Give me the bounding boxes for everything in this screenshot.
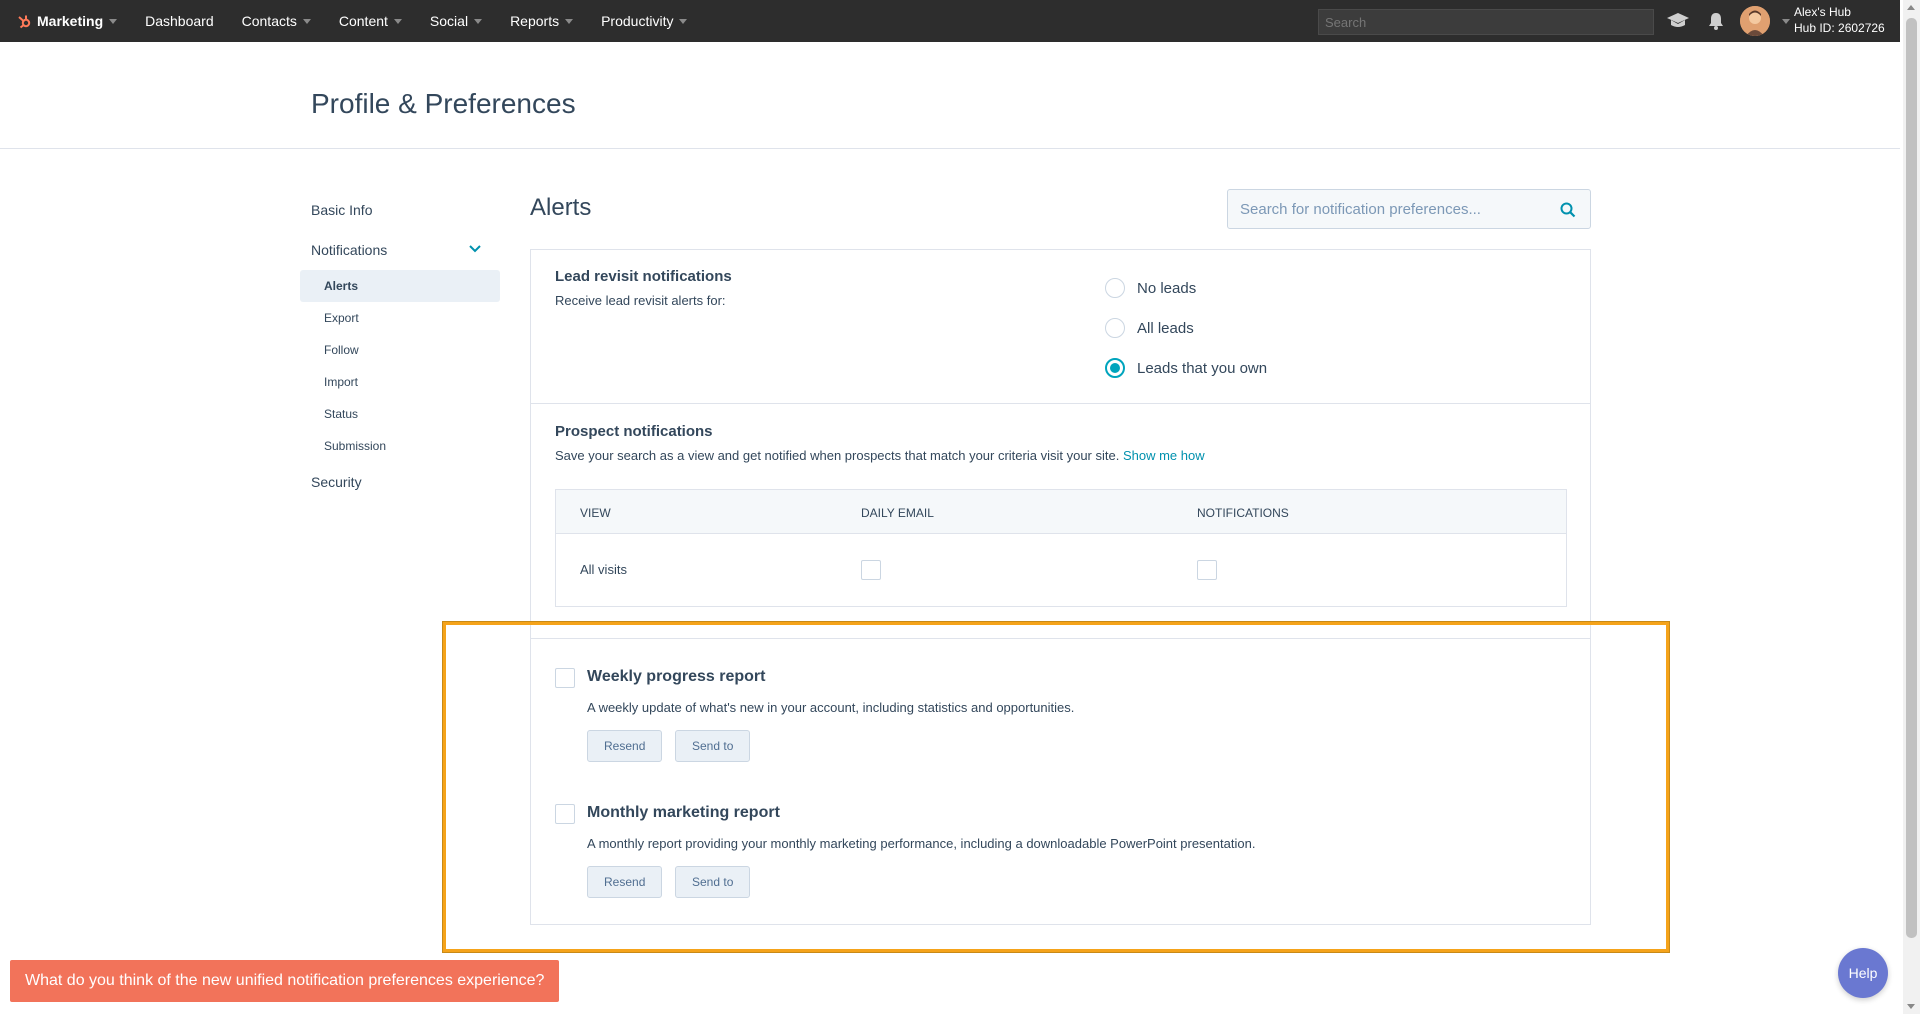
page-scrollbar[interactable] xyxy=(1903,0,1920,1014)
settings-sidebar: Basic Info Notifications Alerts Export F… xyxy=(300,190,500,502)
column-header-daily-email: DAILY EMAIL xyxy=(861,506,934,520)
hubspot-logo-icon xyxy=(18,15,31,29)
chevron-down-icon xyxy=(109,18,118,24)
nav-productivity[interactable]: Productivity xyxy=(601,13,688,29)
sidebar-item-status[interactable]: Status xyxy=(300,398,500,430)
avatar[interactable] xyxy=(1740,6,1770,36)
preferences-search-input[interactable]: Search for notification preferences... xyxy=(1227,189,1591,229)
column-header-view: VIEW xyxy=(580,506,611,520)
lead-revisit-desc: Receive lead revisit alerts for: xyxy=(555,293,726,308)
prospect-section: Prospect notifications Save your search … xyxy=(531,405,1590,639)
chevron-down-icon xyxy=(474,18,483,24)
chevron-down-icon xyxy=(302,18,311,24)
nav-dashboard[interactable]: Dashboard xyxy=(145,13,214,29)
show-me-how-link[interactable]: Show me how xyxy=(1123,448,1205,463)
daily-email-checkbox[interactable] xyxy=(861,560,881,580)
radio-label: No leads xyxy=(1137,279,1197,297)
sidebar-item-submission[interactable]: Submission xyxy=(300,430,500,462)
sidebar-item-basic-info[interactable]: Basic Info xyxy=(300,190,500,230)
academy-icon[interactable] xyxy=(1666,11,1690,31)
nav-contacts-label: Contacts xyxy=(241,13,297,29)
nav-social[interactable]: Social xyxy=(429,13,483,29)
scroll-down-icon[interactable] xyxy=(1907,1004,1915,1009)
help-button[interactable]: Help xyxy=(1838,948,1888,998)
top-navigation-bar: Marketing Dashboard Contacts Content Soc… xyxy=(0,0,1900,42)
nav-contacts[interactable]: Contacts xyxy=(242,13,311,29)
brand-menu[interactable]: Marketing xyxy=(16,13,118,29)
lead-revisit-title: Lead revisit notifications xyxy=(555,268,732,285)
row-view-name: All visits xyxy=(580,562,627,577)
search-placeholder: Search for notification preferences... xyxy=(1240,200,1481,218)
feedback-banner[interactable]: What do you think of the new unified not… xyxy=(10,960,560,1002)
column-header-notifications: NOTIFICATIONS xyxy=(1197,506,1289,520)
highlight-box xyxy=(443,622,1669,952)
lead-revisit-section: Lead revisit notifications Receive lead … xyxy=(531,250,1590,404)
nav-reports-label: Reports xyxy=(510,13,560,29)
page-header: Profile & Preferences xyxy=(0,42,1900,149)
chevron-down-icon xyxy=(393,18,402,24)
search-icon[interactable] xyxy=(1560,202,1576,218)
prospect-desc-text: Save your search as a view and get notif… xyxy=(555,448,1120,463)
sidebar-item-label: Notifications xyxy=(311,242,388,258)
hub-info[interactable]: Alex's Hub Hub ID: 2602726 xyxy=(1794,4,1885,36)
sidebar-item-follow[interactable]: Follow xyxy=(300,334,500,366)
chevron-down-icon xyxy=(679,18,688,24)
radio-label: All leads xyxy=(1137,319,1194,337)
user-avatar-icon xyxy=(1740,6,1770,36)
radio-all-leads[interactable]: All leads xyxy=(1105,318,1194,338)
radio-button[interactable] xyxy=(1105,318,1125,338)
radio-label: Leads that you own xyxy=(1137,359,1268,377)
section-title: Alerts xyxy=(530,194,592,221)
page-title: Profile & Preferences xyxy=(311,88,576,119)
prospect-desc: Save your search as a view and get notif… xyxy=(555,448,1205,463)
radio-no-leads[interactable]: No leads xyxy=(1105,278,1196,298)
bell-icon[interactable] xyxy=(1707,11,1725,31)
nav-content[interactable]: Content xyxy=(339,13,402,29)
nav-content-label: Content xyxy=(338,13,388,29)
global-search-input[interactable] xyxy=(1318,9,1654,35)
radio-button-selected[interactable] xyxy=(1105,358,1125,378)
notifications-checkbox[interactable] xyxy=(1197,560,1217,580)
scrollbar-thumb[interactable] xyxy=(1906,18,1917,938)
radio-leads-you-own[interactable]: Leads that you own xyxy=(1105,358,1267,378)
chevron-down-icon xyxy=(565,18,574,24)
nav-reports[interactable]: Reports xyxy=(510,13,574,29)
sidebar-item-notifications[interactable]: Notifications xyxy=(300,230,500,270)
hub-name: Alex's Hub xyxy=(1794,5,1851,19)
scroll-up-icon[interactable] xyxy=(1907,5,1915,10)
sidebar-item-import[interactable]: Import xyxy=(300,366,500,398)
nav-dashboard-label: Dashboard xyxy=(145,13,214,29)
prospect-title: Prospect notifications xyxy=(555,423,713,440)
account-chevron-icon[interactable] xyxy=(1782,19,1790,24)
brand-label: Marketing xyxy=(37,13,104,29)
prospect-table: VIEW DAILY EMAIL NOTIFICATIONS All visit… xyxy=(555,489,1567,607)
table-header: VIEW DAILY EMAIL NOTIFICATIONS xyxy=(556,490,1566,534)
radio-button[interactable] xyxy=(1105,278,1125,298)
sidebar-item-security[interactable]: Security xyxy=(300,462,500,502)
nav-productivity-label: Productivity xyxy=(601,13,674,29)
sidebar-item-alerts[interactable]: Alerts xyxy=(300,270,500,302)
sidebar-item-export[interactable]: Export xyxy=(300,302,500,334)
nav-social-label: Social xyxy=(429,13,469,29)
hub-id: Hub ID: 2602726 xyxy=(1794,21,1885,35)
table-row: All visits xyxy=(556,534,1566,606)
chevron-down-icon xyxy=(469,245,481,253)
